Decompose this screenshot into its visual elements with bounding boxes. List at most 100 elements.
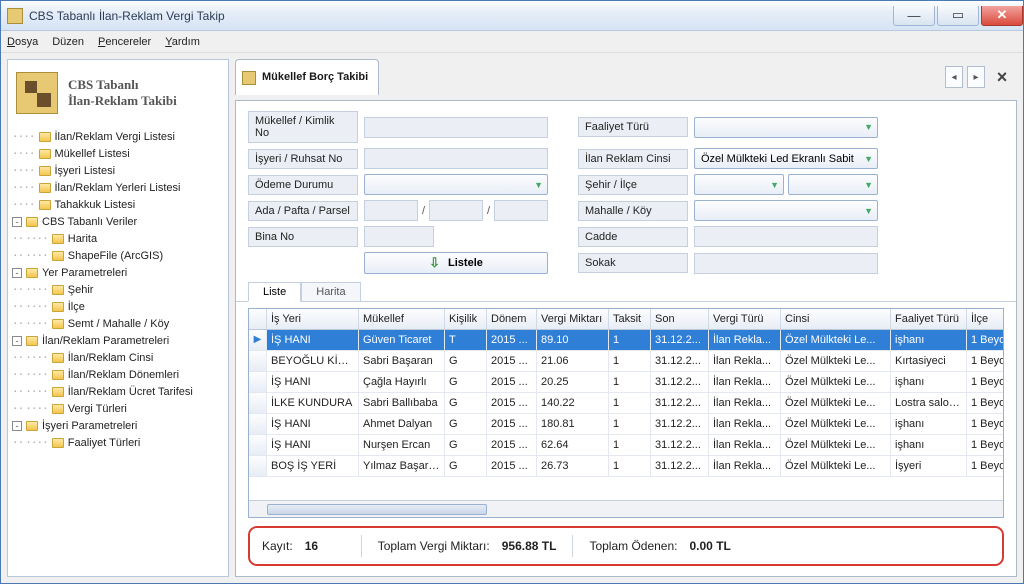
- label-ada: Ada / Pafta / Parsel: [248, 201, 358, 221]
- col-faaliyet[interactable]: Faaliyet Türü: [891, 309, 967, 329]
- input-pafta[interactable]: [429, 200, 483, 221]
- app-window: CBS Tabanlı İlan-Reklam Vergi Takip — ▭ …: [0, 0, 1024, 584]
- col-mukellef[interactable]: Mükellef: [359, 309, 445, 329]
- table-row[interactable]: İŞ HANIÇağla HayırlıG2015 ...20.25131.12…: [249, 372, 1003, 393]
- label-bina: Bina No: [248, 227, 358, 247]
- status-odenen-value: 0.00 TL: [690, 539, 731, 553]
- subtab-harita[interactable]: Harita: [301, 282, 360, 302]
- tree-item[interactable]: ······Şehir: [12, 281, 224, 298]
- col-donem[interactable]: Dönem: [487, 309, 537, 329]
- tree-item[interactable]: ······ShapeFile (ArcGIS): [12, 247, 224, 264]
- tree-item[interactable]: ····Tahakkuk Listesi: [12, 196, 224, 213]
- label-sokak: Sokak: [578, 253, 688, 273]
- tree-item[interactable]: ······Harita: [12, 230, 224, 247]
- label-cadde: Cadde: [578, 227, 688, 247]
- status-toplam-label: Toplam Vergi Miktarı:: [378, 539, 490, 553]
- input-mukellef[interactable]: [364, 117, 548, 138]
- menubar: Dosya Düzen Pencereler Yardım: [1, 31, 1023, 53]
- tree-item[interactable]: -Yer Parametreleri: [12, 264, 224, 281]
- tree-item[interactable]: ······İlan/Reklam Ücret Tarifesi: [12, 383, 224, 400]
- label-odeme: Ödeme Durumu: [248, 175, 358, 195]
- tree-item[interactable]: ······İlçe: [12, 298, 224, 315]
- label-isyeri: İşyeri / Ruhsat No: [248, 149, 358, 169]
- tree-item[interactable]: ······İlan/Reklam Cinsi: [12, 349, 224, 366]
- tab-prev-button[interactable]: ◂: [945, 66, 963, 88]
- window-title: CBS Tabanlı İlan-Reklam Vergi Takip: [29, 9, 893, 23]
- status-toplam-value: 956.88 TL: [502, 539, 557, 553]
- sidebar: CBS Tabanlı İlan-Reklam Takibi ····İlan/…: [7, 59, 229, 577]
- brand-line1: CBS Tabanlı: [68, 77, 177, 93]
- tree-item[interactable]: ······Semt / Mahalle / Köy: [12, 315, 224, 332]
- tab-close-button[interactable]: ×: [989, 67, 1015, 88]
- input-ada[interactable]: [364, 200, 418, 221]
- tree-item[interactable]: ······Faaliyet Türleri: [12, 434, 224, 451]
- col-cinsi[interactable]: Cinsi: [781, 309, 891, 329]
- col-taksit[interactable]: Taksit: [609, 309, 651, 329]
- tree-item[interactable]: ····İlan/Reklam Yerleri Listesi: [12, 179, 224, 196]
- tab-icon: [242, 71, 256, 85]
- tree-item[interactable]: ······İlan/Reklam Dönemleri: [12, 366, 224, 383]
- tree-item[interactable]: -CBS Tabanlı Veriler: [12, 213, 224, 230]
- input-cadde[interactable]: [694, 226, 878, 247]
- label-sehir: Şehir / İlçe: [578, 175, 688, 195]
- col-kisilik[interactable]: Kişilik: [445, 309, 487, 329]
- subtab-liste[interactable]: Liste: [248, 282, 301, 302]
- col-miktar[interactable]: Vergi Miktarı: [537, 309, 609, 329]
- input-sokak[interactable]: [694, 253, 878, 274]
- results-grid: İş Yeri Mükellef Kişilik Dönem Vergi Mik…: [248, 308, 1004, 518]
- menu-duzen[interactable]: Düzen: [52, 36, 84, 48]
- menu-pencereler[interactable]: Pencereler: [98, 36, 151, 48]
- col-son[interactable]: Son: [651, 309, 709, 329]
- col-turu[interactable]: Vergi Türü: [709, 309, 781, 329]
- tree-item[interactable]: -İlan/Reklam Parametreleri: [12, 332, 224, 349]
- status-odenen-label: Toplam Ödenen:: [589, 539, 677, 553]
- table-row[interactable]: İŞ HANINurşen ErcanG2015 ...62.64131.12.…: [249, 435, 1003, 456]
- tree-item[interactable]: ····İlan/Reklam Vergi Listesi: [12, 128, 224, 145]
- label-faaliyet: Faaliyet Türü: [578, 117, 688, 137]
- select-ilce[interactable]: ▼: [788, 174, 878, 195]
- status-kayit-label: Kayıt:: [262, 539, 293, 553]
- menu-yardim[interactable]: Yardım: [165, 36, 200, 48]
- input-bina[interactable]: [364, 226, 434, 247]
- tab-mukellef-borc[interactable]: Mükellef Borç Takibi: [235, 59, 379, 95]
- col-ilce[interactable]: İlçe: [967, 309, 1004, 329]
- select-ilan-cinsi[interactable]: Özel Mülkteki Led Ekranlı Sabit▼: [694, 148, 878, 169]
- table-row[interactable]: İŞ HANIAhmet DalyanG2015 ...180.81131.12…: [249, 414, 1003, 435]
- select-mahalle[interactable]: ▼: [694, 200, 878, 221]
- subtabs: Liste Harita: [236, 282, 1016, 302]
- select-sehir[interactable]: ▼: [694, 174, 784, 195]
- select-odeme[interactable]: ▼: [364, 174, 548, 195]
- tree-item[interactable]: -İşyeri Parametreleri: [12, 417, 224, 434]
- listele-button[interactable]: ⇩Listele: [364, 252, 548, 274]
- titlebar: CBS Tabanlı İlan-Reklam Vergi Takip — ▭ …: [1, 1, 1023, 31]
- menu-dosya[interactable]: Dosya: [7, 36, 38, 48]
- brand-line2: İlan-Reklam Takibi: [68, 93, 177, 109]
- label-mukellef: Mükellef / Kimlik No: [248, 111, 358, 143]
- input-parsel[interactable]: [494, 200, 548, 221]
- col-isyeri[interactable]: İş Yeri: [267, 309, 359, 329]
- close-button[interactable]: ✕: [981, 6, 1023, 26]
- status-bar: Kayıt: 16 Toplam Vergi Miktarı: 956.88 T…: [248, 526, 1004, 566]
- app-icon: [7, 8, 23, 24]
- tree-item[interactable]: ····İşyeri Listesi: [12, 162, 224, 179]
- arrow-down-icon: ⇩: [429, 255, 440, 271]
- tree-item[interactable]: ····Mükellef Listesi: [12, 145, 224, 162]
- filter-form: Mükellef / Kimlik No Faaliyet Türü ▼ İşye…: [236, 101, 1016, 280]
- select-faaliyet[interactable]: ▼: [694, 117, 878, 138]
- table-row[interactable]: BOŞ İŞ YERİYılmaz BaşaranG2015 ...26.731…: [249, 456, 1003, 477]
- tab-next-button[interactable]: ▸: [967, 66, 985, 88]
- table-row[interactable]: ▶İŞ HANIGüven TicaretT2015 ...89.10131.1…: [249, 330, 1003, 351]
- grid-body[interactable]: ▶İŞ HANIGüven TicaretT2015 ...89.10131.1…: [249, 330, 1003, 500]
- table-row[interactable]: BEYOĞLU KİTA...Sabri BaşaranG2015 ...21.…: [249, 351, 1003, 372]
- brand: CBS Tabanlı İlan-Reklam Takibi: [8, 60, 228, 126]
- content-panel: Mükellef / Kimlik No Faaliyet Türü ▼ İşye…: [235, 100, 1017, 577]
- input-isyeri[interactable]: [364, 148, 548, 169]
- tree-item[interactable]: ······Vergi Türleri: [12, 400, 224, 417]
- minimize-button[interactable]: —: [893, 6, 935, 26]
- label-ilan-cinsi: İlan Reklam Cinsi: [578, 149, 688, 169]
- table-row[interactable]: İLKE KUNDURASabri BallıbabaG2015 ...140.…: [249, 393, 1003, 414]
- maximize-button[interactable]: ▭: [937, 6, 979, 26]
- status-kayit-value: 16: [305, 539, 345, 553]
- label-mahalle: Mahalle / Köy: [578, 201, 688, 221]
- horizontal-scrollbar[interactable]: [249, 500, 1003, 517]
